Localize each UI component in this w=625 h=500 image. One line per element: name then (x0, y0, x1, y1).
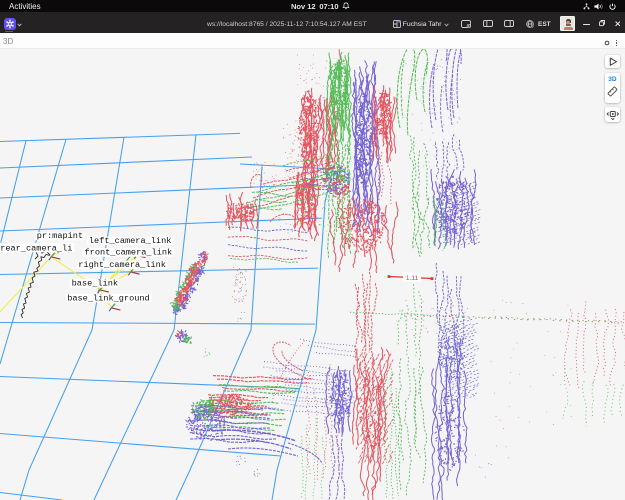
svg-text:right_camera_link: right_camera_link (78, 260, 166, 270)
svg-text:base_link_ground: base_link_ground (67, 293, 150, 303)
svg-text:front_camera_link: front_camera_link (85, 248, 173, 258)
svg-text:rear_camera_li: rear_camera_li (0, 243, 72, 253)
svg-text:base_link: base_link (72, 279, 118, 289)
svg-text:1.11: 1.11 (406, 275, 419, 282)
svg-text:pr:mapint: pr:mapint (37, 231, 83, 241)
svg-text:left_camera_link: left_camera_link (89, 236, 172, 246)
